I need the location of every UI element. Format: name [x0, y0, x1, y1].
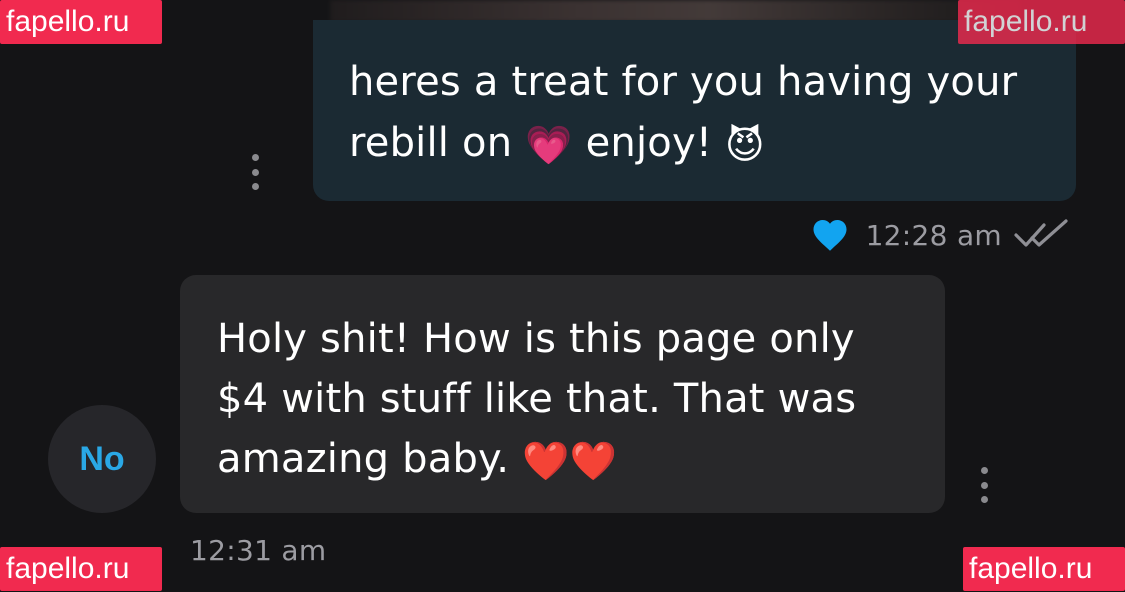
outgoing-message-bubble[interactable]: heres a treat for you having your rebill…	[313, 20, 1076, 201]
incoming-message-bubble[interactable]: Holy shit! How is this page only $4 with…	[180, 275, 945, 513]
avatar[interactable]: No	[48, 405, 156, 513]
watermark: fapello.ru	[963, 547, 1125, 591]
watermark: fapello.ru	[0, 547, 162, 591]
more-vertical-icon[interactable]	[978, 467, 990, 503]
double-check-icon	[1014, 219, 1068, 247]
watermark: fapello.ru	[958, 0, 1125, 44]
incoming-message-line: $4 with stuff like that. That was	[217, 376, 857, 422]
incoming-message-text: Holy shit! How is this page only $4 with…	[217, 309, 915, 489]
outgoing-message-meta: 12:28 am	[812, 218, 1070, 252]
outgoing-message-text: heres a treat for you having your rebill…	[349, 52, 1046, 174]
heart-icon[interactable]	[812, 218, 848, 252]
more-vertical-icon[interactable]	[249, 154, 261, 190]
red-heart-emoji: ❤️❤️	[522, 439, 618, 483]
incoming-message-line: Holy shit! How is this page only	[217, 316, 855, 362]
incoming-message-time: 12:31 am	[190, 534, 327, 567]
outgoing-message-fragment: rebill on	[349, 120, 513, 166]
growing-heart-emoji: 💗	[525, 123, 573, 167]
incoming-message-fragment: amazing baby.	[217, 436, 510, 482]
watermark: fapello.ru	[0, 0, 162, 44]
smiling-devil-emoji: 😈	[725, 123, 765, 167]
outgoing-message-time: 12:28 am	[865, 218, 1002, 252]
outgoing-message-fragment: enjoy!	[585, 120, 713, 166]
chat-view: heres a treat for you having your rebill…	[0, 0, 1125, 592]
outgoing-message-line: heres a treat for you having your	[349, 59, 1018, 105]
incoming-message-line: amazing baby. ❤️❤️	[217, 429, 915, 489]
avatar-initials: No	[79, 439, 125, 478]
outgoing-message-line: rebill on 💗 enjoy! 😈	[349, 113, 1046, 174]
media-preview-edge[interactable]	[330, 0, 1020, 22]
